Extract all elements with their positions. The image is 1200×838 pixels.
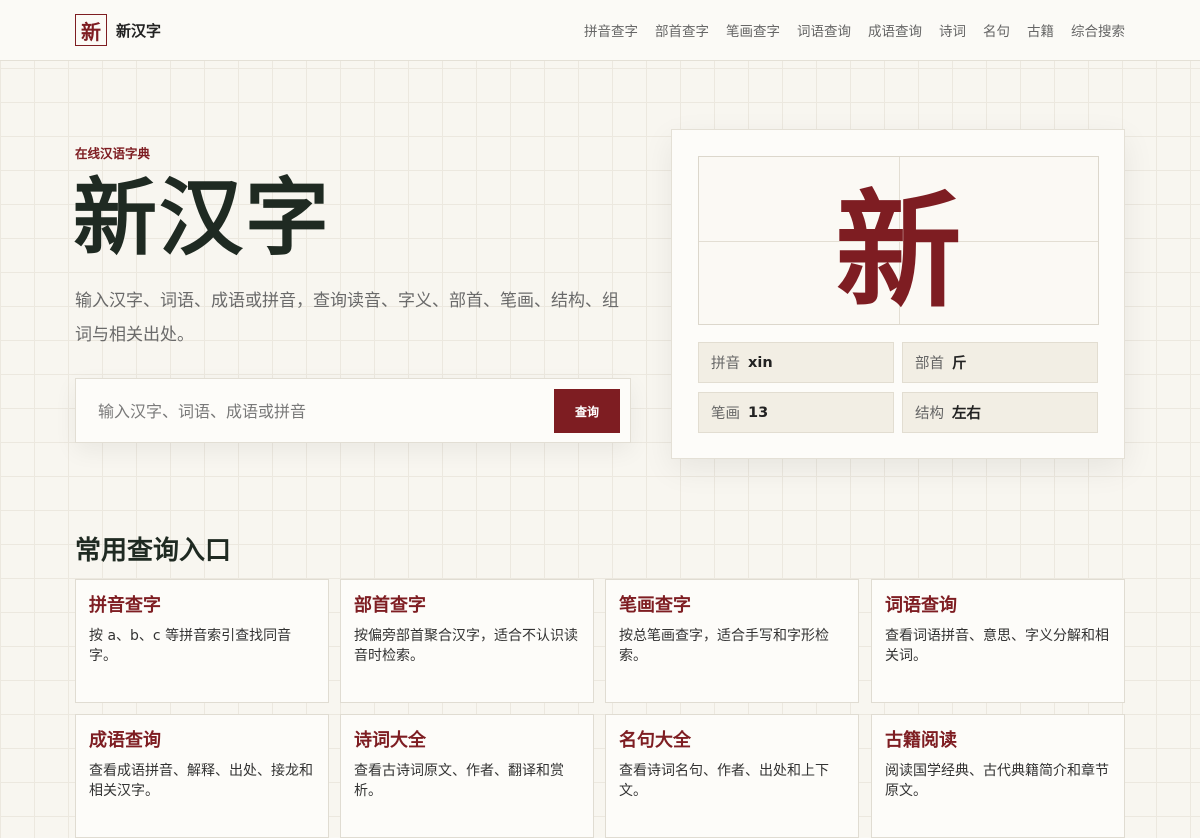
entry-card-words[interactable]: 词语查询 查看词语拼音、意思、字义分解和相关词。 (871, 579, 1125, 703)
attr-radical: 部首 斤 (902, 342, 1098, 383)
nav-poems[interactable]: 诗词 (939, 20, 966, 40)
entry-card-desc: 按偏旁部首聚合汉字，适合不认识读音时检索。 (354, 628, 578, 664)
entry-card-title: 名句大全 (619, 730, 691, 751)
attr-strokes: 笔画 13 (698, 392, 894, 433)
featured-char-card: 新 拼音 xin 部首 斤 笔画 13 结构 左右 (671, 129, 1125, 459)
search-button[interactable]: 查询 (554, 389, 620, 433)
entry-card-stroke[interactable]: 笔画查字 按总笔画查字，适合手写和字形检索。 (605, 579, 859, 703)
entry-card-idioms[interactable]: 成语查询 查看成语拼音、解释、出处、接龙和相关汉字。 (75, 714, 329, 838)
attr-label: 部首 (915, 356, 944, 372)
entry-card-pinyin[interactable]: 拼音查字 按 a、b、c 等拼音索引查找同音字。 (75, 579, 329, 703)
site-name[interactable]: 新汉字 (116, 20, 161, 41)
logo-mark[interactable]: 新 (75, 14, 107, 46)
attr-label: 结构 (915, 406, 944, 422)
entry-card-quotes[interactable]: 名句大全 查看诗词名句、作者、出处和上下文。 (605, 714, 859, 838)
hero-title: 新汉字 (73, 168, 332, 267)
attr-value: 斤 (952, 356, 967, 372)
nav-classics[interactable]: 古籍 (1027, 20, 1054, 40)
entry-card-desc: 查看诗词名句、作者、出处和上下文。 (619, 763, 829, 799)
entry-card-radical[interactable]: 部首查字 按偏旁部首聚合汉字，适合不认识读音时检索。 (340, 579, 594, 703)
entry-card-desc: 按 a、b、c 等拼音索引查找同音字。 (89, 628, 292, 664)
featured-char: 新 (835, 176, 962, 325)
hero-eyebrow: 在线汉语字典 (75, 146, 151, 161)
nav-pinyin[interactable]: 拼音查字 (584, 20, 638, 40)
nav-idioms[interactable]: 成语查询 (868, 20, 922, 40)
attr-value: xin (748, 354, 773, 371)
nav-search[interactable]: 综合搜索 (1071, 20, 1125, 40)
attr-pinyin: 拼音 xin (698, 342, 894, 383)
attr-label: 笔画 (711, 406, 740, 422)
nav-radical[interactable]: 部首查字 (655, 20, 709, 40)
entry-card-poems[interactable]: 诗词大全 查看古诗词原文、作者、翻译和赏析。 (340, 714, 594, 838)
nav-quotes[interactable]: 名句 (983, 20, 1010, 40)
site-header: 新 新汉字 拼音查字 部首查字 笔画查字 词语查询 成语查询 诗词 名句 古籍 … (0, 0, 1200, 61)
attr-structure: 结构 左右 (902, 392, 1098, 433)
search-input[interactable] (98, 395, 538, 427)
char-grid: 新 (698, 156, 1099, 325)
entry-card-desc: 查看词语拼音、意思、字义分解和相关词。 (885, 628, 1109, 664)
attr-label: 拼音 (711, 356, 740, 372)
attr-value: 左右 (952, 406, 981, 422)
attr-value: 13 (748, 404, 769, 421)
entry-card-title: 笔画查字 (619, 595, 691, 616)
search-box: 查询 (75, 378, 631, 443)
main-nav: 拼音查字 部首查字 笔画查字 词语查询 成语查询 诗词 名句 古籍 综合搜索 (584, 20, 1125, 40)
entry-card-title: 部首查字 (354, 595, 426, 616)
hero-description: 输入汉字、词语、成语或拼音，查询读音、字义、部首、笔画、结构、组词与相关出处。 (75, 291, 619, 345)
entry-card-desc: 按总笔画查字，适合手写和字形检索。 (619, 628, 829, 664)
entry-card-desc: 查看成语拼音、解释、出处、接龙和相关汉字。 (89, 763, 313, 799)
nav-words[interactable]: 词语查询 (797, 20, 851, 40)
entry-card-title: 诗词大全 (354, 730, 426, 751)
entry-card-desc: 查看古诗词原文、作者、翻译和赏析。 (354, 763, 564, 799)
entry-card-title: 成语查询 (89, 730, 161, 751)
entry-card-title: 古籍阅读 (885, 730, 957, 751)
section-title: 常用查询入口 (75, 536, 232, 566)
entry-card-title: 词语查询 (885, 595, 957, 616)
entry-card-desc: 阅读国学经典、古代典籍简介和章节原文。 (885, 763, 1109, 799)
nav-stroke[interactable]: 笔画查字 (726, 20, 780, 40)
entry-card-classics[interactable]: 古籍阅读 阅读国学经典、古代典籍简介和章节原文。 (871, 714, 1125, 838)
entry-card-title: 拼音查字 (89, 595, 161, 616)
